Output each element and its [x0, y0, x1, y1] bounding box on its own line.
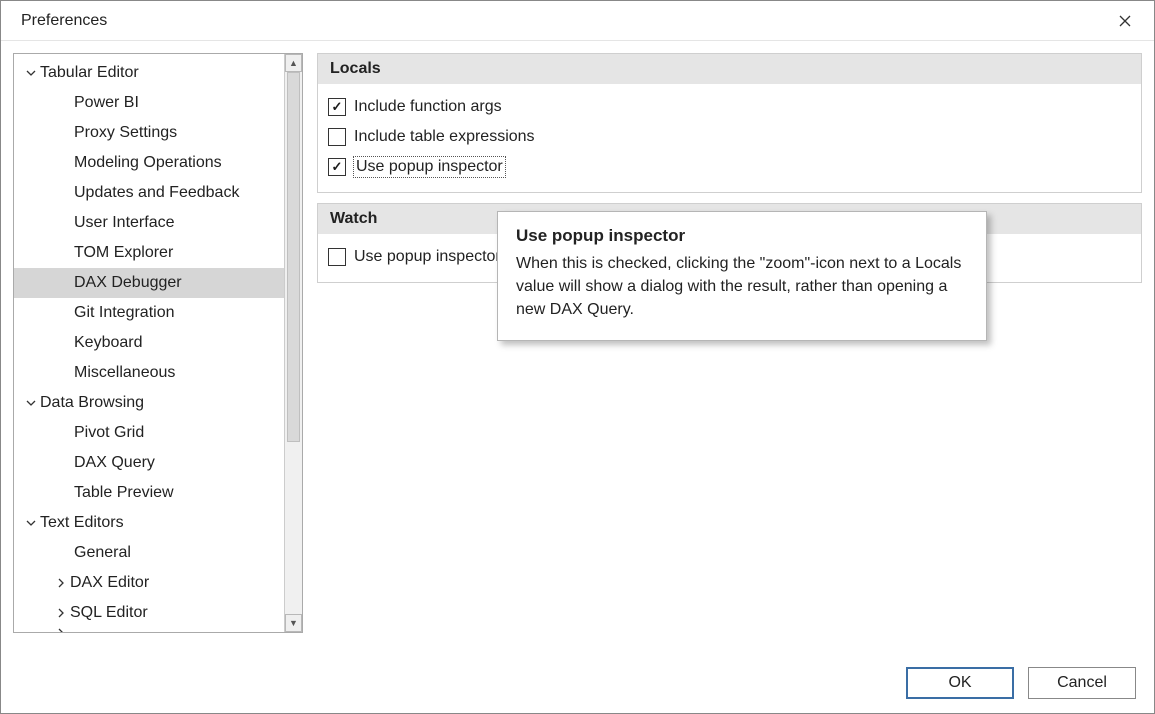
- tree-label: Power BI: [74, 94, 139, 112]
- tree-node-data-browsing[interactable]: Data Browsing: [14, 388, 284, 418]
- tooltip-title: Use popup inspector: [516, 226, 968, 246]
- tooltip-popup: Use popup inspector When this is checked…: [497, 211, 987, 341]
- tree-label: DAX Debugger: [74, 274, 182, 292]
- chevron-right-icon[interactable]: [52, 578, 70, 588]
- tree-label: TOM Explorer: [74, 244, 173, 262]
- tree-node-git[interactable]: Git Integration: [14, 298, 284, 328]
- tree-node-modeling[interactable]: Modeling Operations: [14, 148, 284, 178]
- locals-header: Locals: [318, 54, 1141, 84]
- locals-popup-label: Use popup inspector: [354, 157, 505, 177]
- scroll-track[interactable]: [285, 72, 302, 614]
- watch-popup-label: Use popup inspector: [354, 248, 501, 266]
- dialog-body: Tabular Editor Power BI Proxy Settings M…: [1, 41, 1154, 653]
- include-table-checkbox[interactable]: [328, 128, 346, 146]
- tree-node-dax-editor[interactable]: DAX Editor: [14, 568, 284, 598]
- nav-tree[interactable]: Tabular Editor Power BI Proxy Settings M…: [14, 54, 284, 632]
- tooltip-body: When this is checked, clicking the "zoom…: [516, 252, 968, 322]
- tree-label: Pivot Grid: [74, 424, 144, 442]
- tree-node-misc[interactable]: Miscellaneous: [14, 358, 284, 388]
- tree-label: Data Browsing: [40, 394, 144, 412]
- tree-label: Git Integration: [74, 304, 175, 322]
- tree-label: Keyboard: [74, 334, 143, 352]
- tree-node-pivot[interactable]: Pivot Grid: [14, 418, 284, 448]
- tree-node-general[interactable]: General: [14, 538, 284, 568]
- titlebar: Preferences: [1, 1, 1154, 41]
- ok-button[interactable]: OK: [906, 667, 1014, 699]
- tree-node-tabular-editor[interactable]: Tabular Editor: [14, 58, 284, 88]
- tree-label: Proxy Settings: [74, 124, 177, 142]
- tree-node-updates[interactable]: Updates and Feedback: [14, 178, 284, 208]
- include-args-row[interactable]: Include function args: [328, 92, 1131, 122]
- tree-label: General: [74, 544, 131, 562]
- cancel-button[interactable]: Cancel: [1028, 667, 1136, 699]
- scroll-down-button[interactable]: ▼: [285, 614, 302, 632]
- locals-group: Locals Include function args Include tab…: [317, 53, 1142, 193]
- close-icon: [1119, 15, 1131, 27]
- locals-popup-row[interactable]: Use popup inspector: [328, 152, 1131, 182]
- tree-label: Table Preview: [74, 484, 174, 502]
- include-args-label: Include function args: [354, 98, 502, 116]
- tree-label: Text Editors: [40, 514, 124, 532]
- tree-node-sql-editor[interactable]: SQL Editor: [14, 598, 284, 628]
- tree-label: User Interface: [74, 214, 174, 232]
- tree-label: DAX Query: [74, 454, 155, 472]
- settings-panel: Locals Include function args Include tab…: [317, 53, 1142, 653]
- include-table-row[interactable]: Include table expressions: [328, 122, 1131, 152]
- tree-node-text-editors[interactable]: Text Editors: [14, 508, 284, 538]
- tree-node-tom[interactable]: TOM Explorer: [14, 238, 284, 268]
- tree-label: SQL Editor: [70, 604, 148, 622]
- tree-node-table[interactable]: Table Preview: [14, 478, 284, 508]
- tree-node-power-bi[interactable]: Power BI: [14, 88, 284, 118]
- close-button[interactable]: [1110, 6, 1140, 36]
- scroll-thumb[interactable]: [287, 72, 300, 442]
- tree-scrollbar[interactable]: ▲ ▼: [284, 54, 302, 632]
- include-args-checkbox[interactable]: [328, 98, 346, 116]
- tree-label: Modeling Operations: [74, 154, 222, 172]
- chevron-right-icon[interactable]: [52, 608, 70, 618]
- tree-label: Updates and Feedback: [74, 184, 239, 202]
- tree-label: DAX Editor: [70, 574, 149, 592]
- tree-node-dax-debugger[interactable]: DAX Debugger: [14, 268, 284, 298]
- scroll-up-button[interactable]: ▲: [285, 54, 302, 72]
- chevron-down-icon[interactable]: [22, 68, 40, 78]
- tree-node-daxq[interactable]: DAX Query: [14, 448, 284, 478]
- tree-node-keyboard[interactable]: Keyboard: [14, 328, 284, 358]
- locals-popup-checkbox[interactable]: [328, 158, 346, 176]
- tree-node-ui[interactable]: User Interface: [14, 208, 284, 238]
- chevron-down-icon[interactable]: [22, 398, 40, 408]
- tree-label: Miscellaneous: [74, 364, 175, 382]
- window-title: Preferences: [21, 12, 107, 30]
- dialog-footer: OK Cancel: [1, 653, 1154, 713]
- nav-tree-container: Tabular Editor Power BI Proxy Settings M…: [13, 53, 303, 633]
- preferences-window: Preferences Tabular Editor Power BI Prox…: [0, 0, 1155, 714]
- chevron-down-icon[interactable]: [22, 518, 40, 528]
- include-table-label: Include table expressions: [354, 128, 535, 146]
- chevron-right-icon[interactable]: [52, 628, 70, 632]
- tree-label: Tabular Editor: [40, 64, 139, 82]
- watch-popup-checkbox[interactable]: [328, 248, 346, 266]
- tree-node-m-editor[interactable]: M Editor: [14, 628, 284, 632]
- tree-node-proxy[interactable]: Proxy Settings: [14, 118, 284, 148]
